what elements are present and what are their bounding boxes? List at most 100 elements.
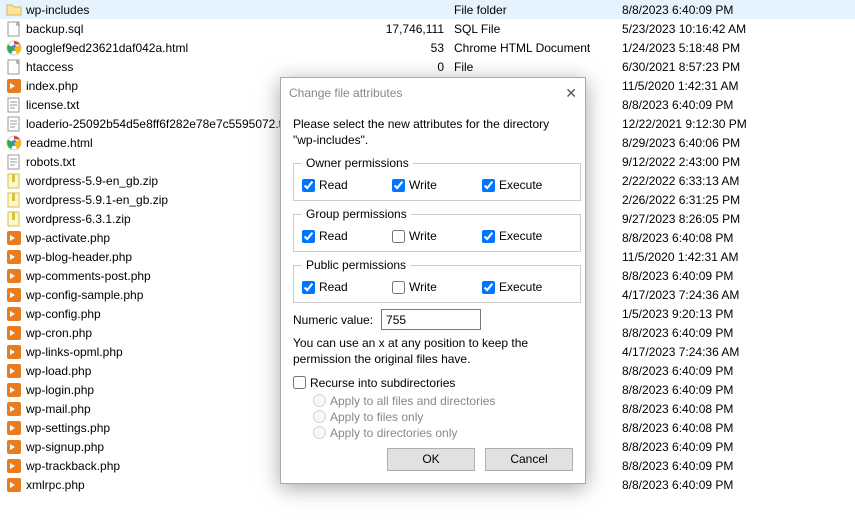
owner-execute-option[interactable]: Execute xyxy=(482,178,572,192)
file-name: wp-comments-post.php xyxy=(26,269,151,283)
close-icon[interactable]: ✕ xyxy=(545,85,577,102)
php-icon xyxy=(6,382,22,398)
file-date: 4/17/2023 7:24:36 AM xyxy=(622,288,822,302)
public-write-checkbox[interactable] xyxy=(392,281,405,294)
owner-read-option[interactable]: Read xyxy=(302,178,392,192)
file-name: wp-settings.php xyxy=(26,421,110,435)
file-date: 1/5/2023 9:20:13 PM xyxy=(622,307,822,321)
php-icon xyxy=(6,306,22,322)
zip-icon xyxy=(6,173,22,189)
php-icon xyxy=(6,439,22,455)
file-name: wp-config-sample.php xyxy=(26,288,143,302)
group-write-checkbox[interactable] xyxy=(392,230,405,243)
text-icon xyxy=(6,116,22,132)
dialog-title: Change file attributes xyxy=(289,86,545,100)
file-name: license.txt xyxy=(26,98,79,112)
file-name: wp-links-opml.php xyxy=(26,345,123,359)
file-type: File xyxy=(454,60,622,74)
owner-write-option[interactable]: Write xyxy=(392,178,482,192)
php-icon xyxy=(6,344,22,360)
chrome-icon xyxy=(6,135,22,151)
recurse-checkbox[interactable] xyxy=(293,376,306,389)
file-name: wp-blog-header.php xyxy=(26,250,132,264)
group-write-option[interactable]: Write xyxy=(392,229,482,243)
file-icon xyxy=(6,21,22,37)
file-date: 8/8/2023 6:40:08 PM xyxy=(622,421,822,435)
file-date: 2/22/2022 6:33:13 AM xyxy=(622,174,822,188)
public-execute-option[interactable]: Execute xyxy=(482,280,572,294)
recurse-label: Recurse into subdirectories xyxy=(310,376,455,390)
apply-all-radio xyxy=(313,394,326,407)
numeric-value-input[interactable] xyxy=(381,309,481,330)
change-attributes-dialog: Change file attributes ✕ Please select t… xyxy=(280,77,586,484)
apply-files-option: Apply to files only xyxy=(313,410,573,424)
file-date: 8/8/2023 6:40:09 PM xyxy=(622,440,822,454)
file-name: wp-mail.php xyxy=(26,402,91,416)
file-date: 9/12/2022 2:43:00 PM xyxy=(622,155,822,169)
file-row[interactable]: wp-includes File folder8/8/2023 6:40:09 P… xyxy=(0,0,855,19)
public-permissions-legend: Public permissions xyxy=(302,258,410,272)
file-row[interactable]: googlef9ed23621daf042a.html53Chrome HTML… xyxy=(0,38,855,57)
text-icon xyxy=(6,97,22,113)
text-icon xyxy=(6,154,22,170)
file-name: xmlrpc.php xyxy=(26,478,85,492)
file-type: File folder xyxy=(454,3,622,17)
file-date: 6/30/2021 8:57:23 PM xyxy=(622,60,822,74)
group-execute-option[interactable]: Execute xyxy=(482,229,572,243)
file-row[interactable]: htaccess0File6/30/2021 8:57:23 PM xyxy=(0,57,855,76)
php-icon xyxy=(6,78,22,94)
group-execute-checkbox[interactable] xyxy=(482,230,495,243)
file-date: 8/8/2023 6:40:09 PM xyxy=(622,459,822,473)
file-name: wp-includes xyxy=(26,3,89,17)
php-icon xyxy=(6,420,22,436)
file-date: 11/5/2020 1:42:31 AM xyxy=(622,79,822,93)
php-icon xyxy=(6,230,22,246)
file-name: backup.sql xyxy=(26,22,83,36)
php-icon xyxy=(6,477,22,493)
file-date: 8/8/2023 6:40:08 PM xyxy=(622,231,822,245)
file-date: 4/17/2023 7:24:36 AM xyxy=(622,345,822,359)
file-row[interactable]: backup.sql17,746,111SQL File5/23/2023 10… xyxy=(0,19,855,38)
apply-all-option: Apply to all files and directories xyxy=(313,394,573,408)
file-name: googlef9ed23621daf042a.html xyxy=(26,41,188,55)
file-date: 1/24/2023 5:18:48 PM xyxy=(622,41,822,55)
group-read-checkbox[interactable] xyxy=(302,230,315,243)
owner-execute-checkbox[interactable] xyxy=(482,179,495,192)
file-name: wordpress-5.9.1-en_gb.zip xyxy=(26,193,168,207)
php-icon xyxy=(6,268,22,284)
public-execute-checkbox[interactable] xyxy=(482,281,495,294)
dialog-titlebar[interactable]: Change file attributes ✕ xyxy=(281,78,585,108)
file-date: 8/8/2023 6:40:09 PM xyxy=(622,98,822,112)
php-icon xyxy=(6,249,22,265)
group-permissions-legend: Group permissions xyxy=(302,207,411,221)
chrome-icon xyxy=(6,40,22,56)
file-name: wp-login.php xyxy=(26,383,94,397)
file-date: 8/8/2023 6:40:09 PM xyxy=(622,3,822,17)
permission-hint: You can use an x at any position to keep… xyxy=(293,336,573,367)
owner-write-checkbox[interactable] xyxy=(392,179,405,192)
owner-permissions-legend: Owner permissions xyxy=(302,156,413,170)
zip-icon xyxy=(6,211,22,227)
file-size: 17,746,111 xyxy=(384,22,454,36)
file-date: 5/23/2023 10:16:42 AM xyxy=(622,22,822,36)
file-date: 8/8/2023 6:40:09 PM xyxy=(622,478,822,492)
file-name: wp-activate.php xyxy=(26,231,110,245)
public-permissions-group: Public permissions Read Write Execute xyxy=(293,258,581,303)
file-date: 8/8/2023 6:40:08 PM xyxy=(622,402,822,416)
file-name: wp-signup.php xyxy=(26,440,104,454)
cancel-button[interactable]: Cancel xyxy=(485,448,573,471)
owner-read-checkbox[interactable] xyxy=(302,179,315,192)
folder-icon xyxy=(6,2,22,18)
public-read-option[interactable]: Read xyxy=(302,280,392,294)
owner-permissions-group: Owner permissions Read Write Execute xyxy=(293,156,581,201)
file-name: wordpress-5.9-en_gb.zip xyxy=(26,174,158,188)
group-read-option[interactable]: Read xyxy=(302,229,392,243)
public-write-option[interactable]: Write xyxy=(392,280,482,294)
ok-button[interactable]: OK xyxy=(387,448,475,471)
php-icon xyxy=(6,401,22,417)
public-read-checkbox[interactable] xyxy=(302,281,315,294)
file-name: wp-load.php xyxy=(26,364,91,378)
file-type: Chrome HTML Document xyxy=(454,41,622,55)
file-date: 8/29/2023 6:40:06 PM xyxy=(622,136,822,150)
apply-files-radio xyxy=(313,410,326,423)
